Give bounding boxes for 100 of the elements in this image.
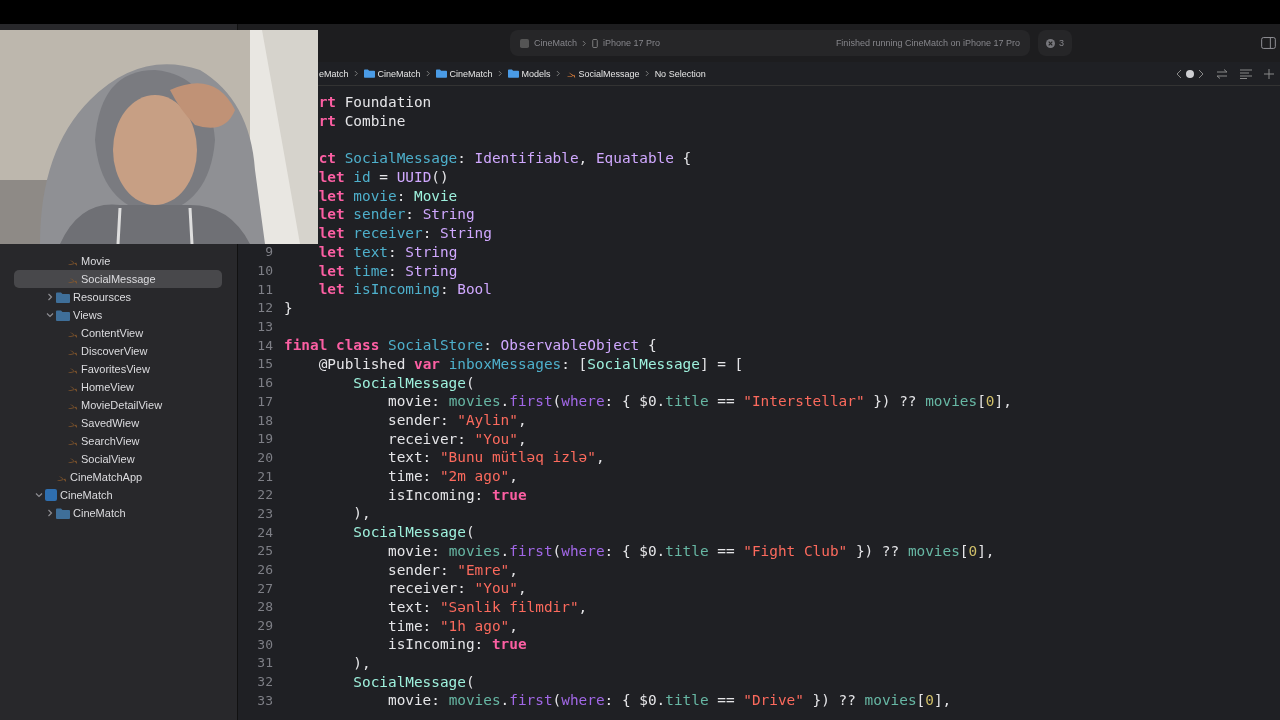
code-line: movie: movies.first(where: { $0.title == "Fight Club" }) ?? movies[0], — [386, 542, 995, 559]
line-number: 19 — [257, 431, 273, 447]
code-line: receiver: "You", — [386, 580, 527, 597]
code-line: isIncoming: true — [386, 486, 527, 503]
line-number: 18 — [257, 412, 273, 428]
sidebar-item[interactable]: ContentView — [14, 324, 222, 342]
code-line: text: "Bunu mütləq izlə", — [386, 449, 605, 466]
code-line: ), — [352, 654, 371, 671]
line-number: 33 — [257, 692, 273, 708]
code-line: let movie: Movie — [317, 187, 458, 204]
line-number: 17 — [257, 393, 273, 409]
panel-toggle-icon[interactable] — [1261, 37, 1276, 49]
error-icon — [1046, 38, 1055, 48]
line-number: 11 — [257, 281, 273, 297]
line-number: 12 — [257, 300, 273, 316]
line-number: 32 — [257, 674, 273, 690]
sidebar-item[interactable]: CineMatch — [14, 486, 222, 504]
chevron-icon — [555, 70, 561, 77]
code-line: movie: movies.first(where: { $0.title == "Interstellar" }) ?? movies[0], — [386, 393, 1012, 410]
sidebar-item[interactable]: FavoritesView — [14, 360, 222, 378]
breadcrumb-item[interactable]: No Selection — [654, 68, 706, 79]
folder-icon — [435, 69, 447, 78]
breadcrumb-item[interactable]: CineMatch — [435, 68, 493, 79]
code-line: movie: movies.first(where: { $0.title == "Drive" }) ?? movies[0], — [386, 692, 952, 709]
sidebar-item[interactable]: CineMatchApp — [14, 468, 222, 486]
code-line: let isIncoming: Bool — [317, 281, 492, 298]
line-number: 30 — [257, 636, 273, 652]
issues-button[interactable]: 3 — [1038, 30, 1072, 56]
code-line: SocialMessage( — [352, 524, 475, 541]
chevron-icon[interactable] — [46, 293, 54, 301]
line-number: 31 — [257, 655, 273, 671]
code-line: SocialMessage( — [352, 673, 475, 690]
code-line: sender: "Aylin", — [386, 412, 527, 429]
sidebar-item[interactable]: SearchView — [14, 432, 222, 450]
sidebar-item[interactable]: Resoursces — [14, 288, 222, 306]
line-number: 10 — [257, 263, 273, 279]
sidebar-item[interactable]: MovieDetailView — [14, 396, 222, 414]
chevron-icon[interactable] — [46, 311, 54, 319]
sidebar-item[interactable]: DiscoverView — [14, 342, 222, 360]
folder-icon — [507, 69, 519, 78]
line-number: 25 — [257, 543, 273, 559]
code-line: time: "1h ago", — [386, 617, 518, 634]
chevron-icon[interactable] — [35, 491, 43, 499]
sidebar-item[interactable]: HomeView — [14, 378, 222, 396]
sidebar-item[interactable]: Views — [14, 306, 222, 324]
forward-icon[interactable] — [1198, 68, 1204, 79]
folder-icon — [363, 69, 375, 78]
sidebar-item[interactable]: SavedWiew — [14, 414, 222, 432]
chevron-icon — [425, 70, 431, 77]
code-line: @Published var inboxMessages: [SocialMessage] = [ — [317, 355, 744, 372]
line-number: 20 — [257, 449, 273, 465]
line-number: 21 — [257, 468, 273, 484]
code-line: text: "Sənlik filmdir", — [386, 598, 588, 615]
add-icon[interactable] — [1264, 68, 1274, 79]
line-number: 24 — [257, 524, 273, 540]
app-icon — [520, 38, 529, 48]
line-number: 23 — [257, 505, 273, 521]
line-number: 29 — [257, 618, 273, 634]
line-number: 28 — [257, 599, 273, 615]
code-line: sender: "Emre", — [386, 561, 518, 578]
sidebar-item[interactable]: SocialMessage — [14, 270, 222, 288]
chevron-icon[interactable] — [46, 509, 54, 517]
line-number: 9 — [265, 244, 273, 260]
chevron-icon — [582, 39, 588, 47]
breadcrumb-item[interactable]: CineMatch — [363, 68, 421, 79]
code-line: let time: String — [317, 262, 458, 279]
lines-icon[interactable] — [1240, 68, 1252, 79]
project-icon — [45, 489, 57, 501]
code-line: ct SocialMessage: Identifiable, Equatable { — [317, 150, 692, 167]
dot-icon — [1186, 69, 1194, 78]
line-number: 14 — [257, 337, 273, 353]
status-text: Finished running CineMatch on iPhone 17 Pro — [835, 38, 1020, 48]
folder-icon — [56, 291, 70, 303]
device-name[interactable]: iPhone 17 Pro — [603, 38, 661, 48]
folder-icon — [56, 507, 70, 519]
line-number: 13 — [257, 319, 273, 335]
code-line: isIncoming: true — [386, 636, 527, 653]
code-line: time: "2m ago", — [386, 468, 518, 485]
chevron-icon — [353, 70, 359, 77]
code-line: rt Foundation — [317, 94, 432, 111]
line-number: 22 — [257, 487, 273, 503]
code-line: let text: String — [317, 243, 458, 260]
sidebar-item[interactable]: Movie — [14, 252, 222, 270]
swap-arrows-icon[interactable] — [1216, 68, 1228, 79]
sidebar-item[interactable]: CineMatch — [14, 504, 222, 522]
breadcrumb-item[interactable]: eMatch — [319, 68, 349, 79]
code-line: ), — [352, 505, 371, 522]
line-number: 27 — [257, 580, 273, 596]
sidebar-item[interactable]: SocialView — [14, 450, 222, 468]
line-number: 26 — [257, 562, 273, 578]
line-number: 15 — [257, 356, 273, 372]
breadcrumb-item[interactable]: SocialMessage — [565, 68, 640, 79]
scheme-name[interactable]: CineMatch — [534, 38, 578, 48]
back-icon[interactable] — [1176, 68, 1182, 79]
code-line: } — [284, 299, 293, 316]
phone-icon — [592, 38, 599, 48]
folder-icon — [56, 309, 70, 321]
code-line: rt Combine — [317, 113, 406, 130]
breadcrumb-item[interactable]: Models — [507, 68, 551, 79]
code-line: SocialMessage( — [352, 374, 475, 391]
